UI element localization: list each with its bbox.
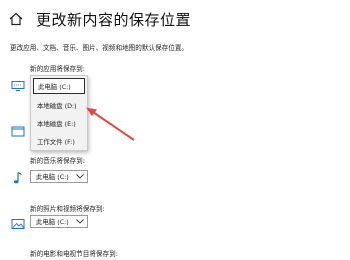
music-section-label: 新的音乐将保存到: <box>30 157 85 165</box>
photos-location-value: 此电脑 (C:) <box>36 218 69 226</box>
dropdown-option-d[interactable]: 本地磁盘 (D:) <box>31 96 87 114</box>
music-note-icon <box>10 170 26 186</box>
music-location-select[interactable]: 此电脑 (C:) <box>30 170 88 183</box>
page-description: 更改应用、文档、音乐、图片、视频和地图的默认保存位置。 <box>10 44 189 52</box>
page-title: 更改新内容的保存位置 <box>36 10 192 29</box>
photos-section-label: 新的照片和视频将保存到: <box>30 205 105 213</box>
home-icon[interactable] <box>8 11 24 27</box>
chevron-down-icon <box>73 216 87 227</box>
annotation-arrow <box>86 107 135 141</box>
photos-location-select[interactable]: 此电脑 (C:) <box>30 215 88 228</box>
picture-icon <box>10 216 26 232</box>
dropdown-option-e[interactable]: 本地磁盘 (E:) <box>31 114 87 132</box>
music-location-value: 此电脑 (C:) <box>36 173 69 181</box>
dropdown-option-f[interactable]: 工作文件 (F:) <box>31 132 87 150</box>
movies-section-label: 新的电影和电视节目将保存到: <box>30 250 118 258</box>
folder-icon <box>10 123 26 139</box>
chevron-down-icon <box>73 171 87 182</box>
dropdown-option-c[interactable]: 此电脑 (C:) <box>33 78 85 94</box>
monitor-icon <box>10 78 26 94</box>
apps-section-label: 新的应用将保存到: <box>30 65 85 73</box>
page-header: 更改新内容的保存位置 <box>8 6 191 32</box>
